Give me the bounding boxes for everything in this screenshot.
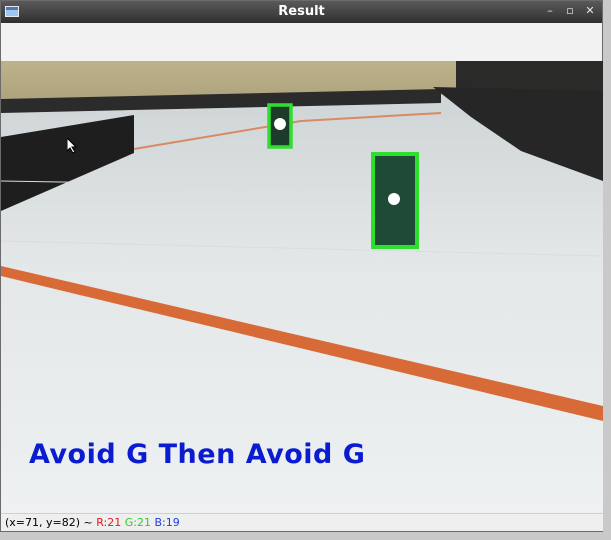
detection-centroid-near: [388, 193, 400, 205]
navigation-instruction: Avoid G Then Avoid G: [29, 439, 366, 470]
pixel-red-value: R:21: [96, 516, 122, 529]
pixel-blue-value: B:19: [154, 516, 180, 529]
detection-centroid-far: [274, 118, 286, 130]
minimize-button[interactable]: –: [544, 4, 556, 18]
maximize-button[interactable]: ▫: [564, 4, 576, 18]
result-window: Result – ▫ ✕ Avoid G Then Avoid G (x=71,…: [0, 0, 603, 532]
window-title: Result: [278, 4, 325, 19]
toolbar-area: [1, 23, 602, 62]
mouse-cursor-icon: [66, 136, 79, 158]
title-bar[interactable]: Result – ▫ ✕: [1, 1, 602, 23]
status-bar: (x=71, y=82) ~ R:21 G:21 B:19: [1, 513, 603, 531]
pixel-green-value: G:21: [124, 516, 151, 529]
cursor-coordinates: (x=71, y=82) ~: [5, 516, 93, 529]
close-button[interactable]: ✕: [584, 4, 596, 18]
window-controls: – ▫ ✕: [544, 4, 596, 18]
